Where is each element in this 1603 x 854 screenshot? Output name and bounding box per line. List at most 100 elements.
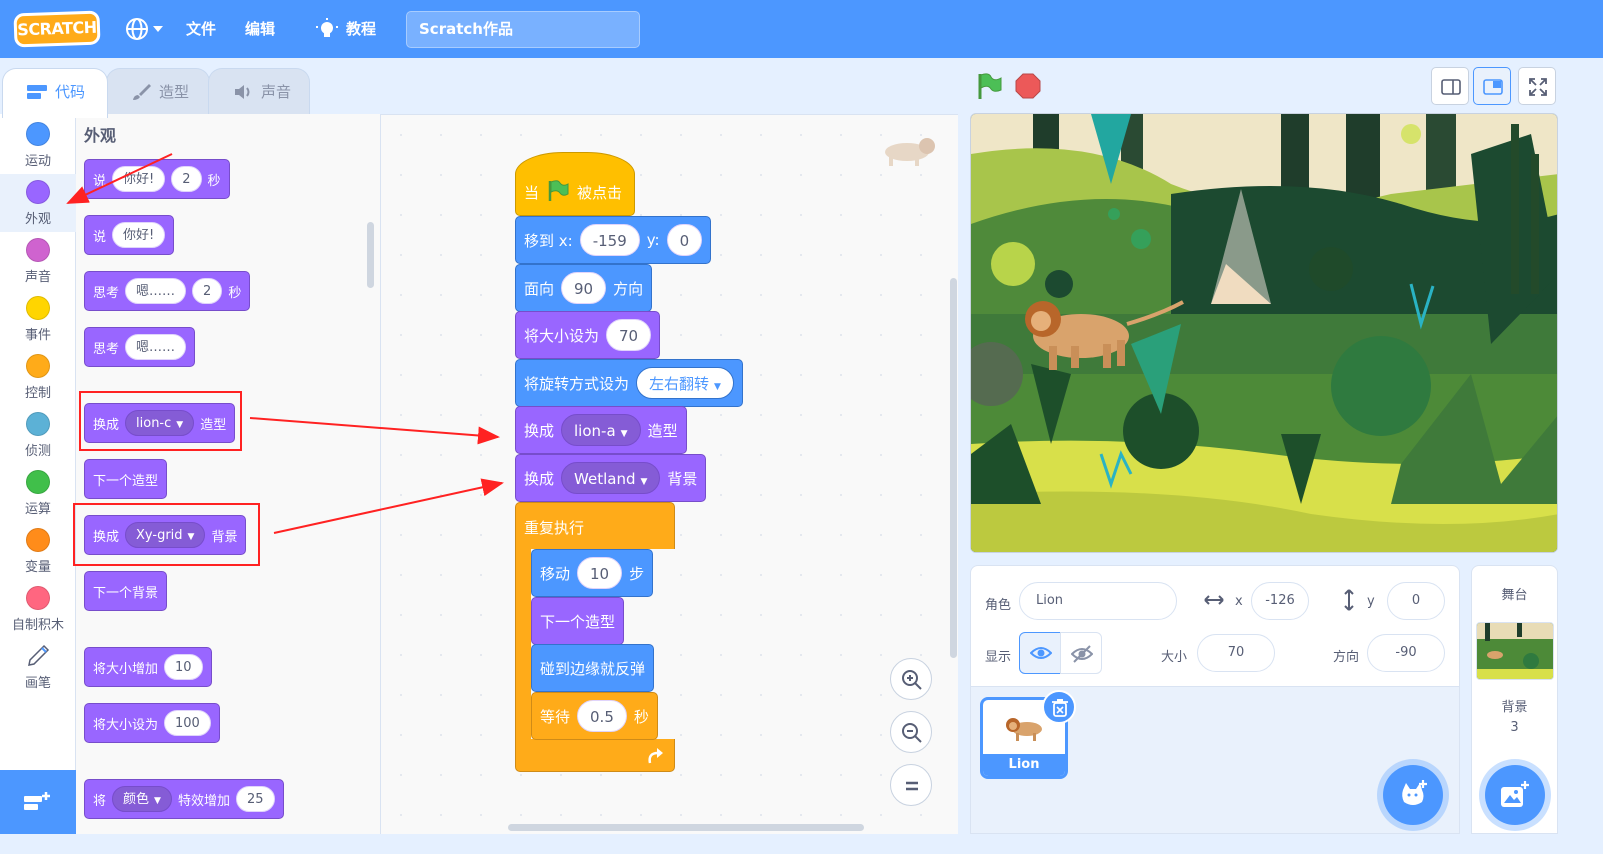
tab-label: 声音 <box>261 83 292 101</box>
size-input[interactable]: 70 <box>1197 634 1275 672</box>
rotation-style-dropdown[interactable]: 左右翻转 ▼ <box>636 367 734 399</box>
trash-icon <box>1052 699 1068 717</box>
block-text: 背景 <box>667 469 698 488</box>
small-stage-button[interactable] <box>1431 67 1469 105</box>
tab-costumes[interactable]: 造型 <box>106 68 210 116</box>
y-input[interactable]: 0 <box>1387 582 1445 620</box>
hide-sprite-button[interactable] <box>1060 632 1102 674</box>
block-input[interactable]: 你好! <box>112 222 166 248</box>
category-looks[interactable]: 外观 <box>0 174 76 232</box>
block-input[interactable]: 2 <box>192 278 223 304</box>
switch-backdrop-block[interactable]: 换成 Wetland ▼ 背景 <box>515 454 707 502</box>
set-size-block[interactable]: 将大小设为 70 <box>515 311 661 359</box>
eye-icon <box>1030 647 1052 659</box>
block-text: 思考 <box>93 285 120 301</box>
block-say-for-secs[interactable]: 说 你好! 2 秒 <box>84 159 230 199</box>
normal-stage-button[interactable] <box>1473 67 1511 105</box>
category-sensing[interactable]: 侦测 <box>0 406 76 464</box>
globe-icon[interactable] <box>124 16 150 42</box>
block-input[interactable]: 10 <box>577 557 623 589</box>
block-text: 秒 <box>633 707 649 726</box>
costume-dropdown[interactable]: lion-a ▼ <box>561 414 641 446</box>
dropdown-arrow-icon: ▼ <box>714 382 721 392</box>
block-input[interactable]: -159 <box>579 224 640 256</box>
tab-label: 代码 <box>55 83 86 101</box>
block-think-for-secs[interactable]: 思考 嗯…… 2 秒 <box>84 271 251 311</box>
menu-edit[interactable]: 编辑 <box>245 0 275 58</box>
code-icon <box>27 85 47 99</box>
add-backdrop-button[interactable] <box>1485 765 1545 825</box>
category-control[interactable]: 控制 <box>0 348 76 406</box>
direction-input[interactable]: -90 <box>1367 634 1445 672</box>
block-say[interactable]: 说 你好! <box>84 215 175 255</box>
dropdown-value: Wetland <box>574 470 636 488</box>
effect-dropdown[interactable]: 颜色 ▼ <box>112 786 172 812</box>
project-title-input[interactable]: Scratch作品 <box>406 11 640 48</box>
zoom-out-icon <box>902 723 922 743</box>
block-change-effect[interactable]: 将 颜色 ▼ 特效增加 25 <box>84 779 284 819</box>
show-sprite-button[interactable] <box>1019 632 1061 674</box>
delete-sprite-button[interactable] <box>1042 690 1076 724</box>
zoom-out-button[interactable] <box>890 711 932 753</box>
point-in-direction-block[interactable]: 面向 90 方向 <box>515 264 653 312</box>
block-input[interactable]: 嗯…… <box>125 334 187 360</box>
wait-block[interactable]: 等待 0.5 秒 <box>531 692 658 740</box>
category-variables[interactable]: 变量 <box>0 522 76 580</box>
dropdown-value: 颜色 <box>123 792 150 807</box>
block-change-size[interactable]: 将大小增加 10 <box>84 647 212 687</box>
sprite-info-panel: 角色 Lion x -126 y 0 显示 大小 70 方向 -90 <box>970 565 1460 687</box>
stop-icon[interactable] <box>1014 72 1042 100</box>
go-to-xy-block[interactable]: 移到 x: -159 y: 0 <box>515 216 712 264</box>
category-my-blocks[interactable]: 自制积木 <box>0 580 76 638</box>
block-input[interactable]: 嗯…… <box>125 278 187 304</box>
block-input[interactable]: 你好! <box>112 166 166 192</box>
menu-file[interactable]: 文件 <box>186 0 216 58</box>
block-input[interactable]: 100 <box>164 710 211 736</box>
block-input[interactable]: 2 <box>171 166 202 192</box>
tab-code[interactable]: 代码 <box>2 68 108 118</box>
lightbulb-icon <box>316 18 338 37</box>
set-rotation-style-block[interactable]: 将旋转方式设为 左右翻转 ▼ <box>515 359 743 407</box>
script-area-vertical-scrollbar[interactable] <box>950 278 957 658</box>
block-next-backdrop[interactable]: 下一个背景 <box>84 571 168 611</box>
category-sound[interactable]: 声音 <box>0 232 76 290</box>
tab-sounds[interactable]: 声音 <box>208 68 310 116</box>
move-steps-block[interactable]: 移动 10 步 <box>531 549 654 597</box>
sprite-label: 角色 <box>985 598 1012 613</box>
block-next-costume[interactable]: 下一个造型 <box>84 459 168 499</box>
block-set-size[interactable]: 将大小设为 100 <box>84 703 220 743</box>
zoom-reset-button[interactable] <box>890 764 932 806</box>
zoom-in-button[interactable] <box>890 658 932 700</box>
menu-tutorials[interactable]: 教程 <box>346 0 376 58</box>
fullscreen-button[interactable] <box>1518 67 1556 105</box>
block-input[interactable]: 70 <box>606 319 652 351</box>
stage-canvas[interactable] <box>970 113 1558 553</box>
block-text: y: <box>646 231 660 249</box>
block-think[interactable]: 思考 嗯…… <box>84 327 196 367</box>
block-input[interactable]: 0 <box>666 224 703 256</box>
palette-scrollbar[interactable] <box>367 222 374 288</box>
category-motion[interactable]: 运动 <box>0 116 76 174</box>
block-input[interactable]: 0.5 <box>577 700 627 732</box>
variables-dot-icon <box>26 528 50 552</box>
x-input[interactable]: -126 <box>1251 582 1309 620</box>
add-sprite-button[interactable] <box>1383 765 1443 825</box>
switch-costume-block[interactable]: 换成 lion-a ▼ 造型 <box>515 406 687 454</box>
category-events[interactable]: 事件 <box>0 290 76 348</box>
backdrop-dropdown[interactable]: Wetland ▼ <box>561 462 661 494</box>
category-pen[interactable]: 画笔 <box>0 638 76 696</box>
add-extension-button[interactable] <box>0 770 76 834</box>
category-operators[interactable]: 运算 <box>0 464 76 522</box>
scratch-logo[interactable]: SCRATCH <box>13 10 101 48</box>
bounce-on-edge-block[interactable]: 碰到边缘就反弹 <box>531 644 655 692</box>
next-costume-block[interactable]: 下一个造型 <box>531 597 625 645</box>
sprite-name-input[interactable]: Lion <box>1019 582 1177 620</box>
block-input[interactable]: 25 <box>235 786 275 812</box>
when-flag-clicked-block[interactable]: 当 被点击 <box>515 152 635 216</box>
small-stage-icon <box>1441 79 1461 95</box>
dropdown-value: 左右翻转 <box>649 375 710 393</box>
block-input[interactable]: 90 <box>561 272 607 304</box>
block-input[interactable]: 10 <box>164 654 203 680</box>
script-area-horizontal-scrollbar[interactable] <box>508 824 864 831</box>
green-flag-icon[interactable] <box>975 72 1003 100</box>
